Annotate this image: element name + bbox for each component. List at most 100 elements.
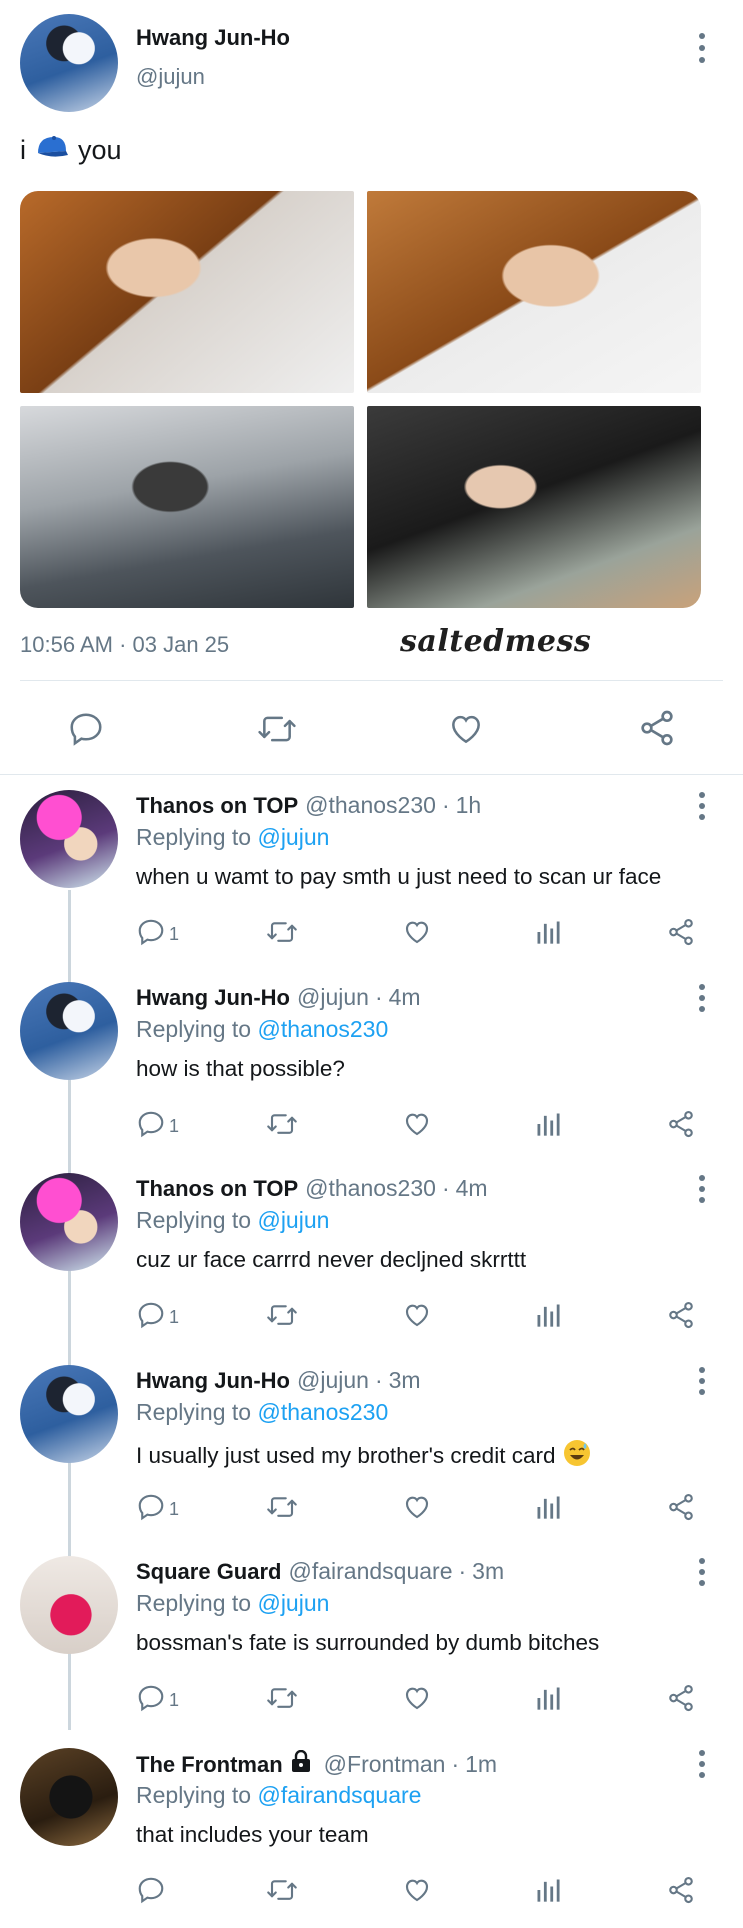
author-handle[interactable]: @jujun (136, 64, 205, 90)
tweet-timestamp[interactable]: 10:56 AM · 03 Jan 25 (20, 632, 229, 658)
author-name[interactable]: Hwang Jun-Ho (136, 985, 290, 1011)
tweet-text-before: i (20, 135, 26, 165)
share-button[interactable] (666, 1300, 696, 1335)
like-button[interactable] (402, 1683, 432, 1718)
like-icon (402, 1683, 432, 1718)
replying-to-link[interactable]: @fairandsquare (257, 1782, 421, 1808)
reply-button[interactable]: 1 (136, 1683, 179, 1718)
author-handle[interactable]: @jujun (297, 984, 369, 1011)
more-options-icon[interactable] (690, 982, 714, 1014)
author-name[interactable]: The Frontman (136, 1752, 283, 1778)
views-button[interactable] (534, 1300, 562, 1335)
share-icon[interactable] (637, 708, 677, 748)
avatar[interactable] (20, 1365, 118, 1463)
reply-time[interactable]: 4m (389, 984, 421, 1011)
replying-to-link[interactable]: @jujun (257, 824, 329, 850)
views-button[interactable] (534, 1875, 562, 1910)
separator-dot: · (458, 1558, 467, 1584)
author-name[interactable]: Square Guard (136, 1559, 281, 1585)
author-handle[interactable]: @thanos230 (305, 1175, 436, 1202)
reply-button[interactable]: 1 (136, 1492, 179, 1527)
like-icon (402, 1875, 432, 1910)
reply-button[interactable] (136, 1875, 169, 1910)
like-icon (402, 1492, 432, 1527)
like-button[interactable] (402, 1492, 432, 1527)
views-button[interactable] (534, 1109, 562, 1144)
retweet-button[interactable] (265, 1492, 299, 1527)
reply-time[interactable]: 3m (472, 1558, 504, 1585)
reply-text: that includes your team (136, 1822, 369, 1848)
like-button[interactable] (402, 1300, 432, 1335)
avatar[interactable] (20, 982, 118, 1080)
separator-dot: · (374, 984, 383, 1010)
avatar[interactable] (20, 1556, 118, 1654)
more-options-icon[interactable] (690, 30, 714, 66)
avatar[interactable] (20, 1748, 118, 1846)
reply-header: Thanos on TOP @thanos230 · 1h (136, 792, 481, 819)
retweet-button[interactable] (265, 1875, 299, 1910)
photo-3[interactable] (20, 406, 354, 608)
reply-text-content: I usually just used my brother's credit … (136, 1443, 556, 1468)
reply-item[interactable]: Hwang Jun-Ho @jujun · 4m Replying to @thanos… (0, 982, 743, 1162)
photo-1[interactable] (20, 191, 354, 393)
author-name[interactable]: Hwang Jun-Ho (136, 1368, 290, 1394)
author-handle[interactable]: @Frontman (324, 1751, 446, 1778)
reply-button[interactable]: 1 (136, 1109, 179, 1144)
retweet-button[interactable] (265, 1683, 299, 1718)
share-button[interactable] (666, 1492, 696, 1527)
reply-time[interactable]: 1h (456, 792, 482, 819)
more-options-icon[interactable] (690, 1748, 714, 1780)
views-button[interactable] (534, 1683, 562, 1718)
replying-to-link[interactable]: @thanos230 (257, 1399, 388, 1425)
photo-2[interactable] (367, 191, 701, 393)
views-button[interactable] (534, 1492, 562, 1527)
retweet-icon (265, 1875, 299, 1910)
share-button[interactable] (666, 1109, 696, 1144)
views-button[interactable] (534, 917, 562, 952)
share-button[interactable] (666, 917, 696, 952)
reply-button[interactable]: 1 (136, 917, 179, 952)
like-button[interactable] (402, 1875, 432, 1910)
retweet-button[interactable] (265, 1109, 299, 1144)
reply-item[interactable]: Square Guard @fairandsquare · 3m Replying to… (0, 1556, 743, 1736)
retweet-icon (265, 917, 299, 952)
photo-4[interactable] (367, 406, 701, 608)
more-options-icon[interactable] (690, 1173, 714, 1205)
share-button[interactable] (666, 1683, 696, 1718)
replying-to-link[interactable]: @thanos230 (257, 1016, 388, 1042)
avatar[interactable] (20, 1173, 118, 1271)
reply-icon (136, 1492, 166, 1527)
blue-cap-icon (34, 133, 70, 168)
author-handle[interactable]: @fairandsquare (288, 1558, 452, 1585)
more-options-icon[interactable] (690, 1365, 714, 1397)
more-options-icon[interactable] (690, 790, 714, 822)
reply-item[interactable]: The Frontman @Frontman · 1m Replying to @fai… (0, 1748, 743, 1928)
author-name[interactable]: Hwang Jun-Ho (136, 25, 290, 51)
author-handle[interactable]: @thanos230 (305, 792, 436, 819)
retweet-button[interactable] (265, 917, 299, 952)
author-name[interactable]: Thanos on TOP (136, 793, 298, 819)
reply-button[interactable]: 1 (136, 1300, 179, 1335)
reply-icon[interactable] (67, 710, 105, 748)
more-options-icon[interactable] (690, 1556, 714, 1588)
reply-item[interactable]: Hwang Jun-Ho @jujun · 3m Replying to @thanos… (0, 1365, 743, 1545)
replying-to-link[interactable]: @jujun (257, 1590, 329, 1616)
reply-item[interactable]: Thanos on TOP @thanos230 · 1h Replying to @j… (0, 790, 743, 970)
like-button[interactable] (402, 917, 432, 952)
replying-to-link[interactable]: @jujun (257, 1207, 329, 1233)
share-icon (666, 917, 696, 952)
like-icon[interactable] (447, 710, 485, 748)
author-name[interactable]: Thanos on TOP (136, 1176, 298, 1202)
avatar[interactable] (20, 14, 118, 112)
avatar[interactable] (20, 790, 118, 888)
reply-time[interactable]: 3m (389, 1367, 421, 1394)
retweet-button[interactable] (265, 1300, 299, 1335)
retweet-icon[interactable] (256, 710, 298, 748)
reply-time[interactable]: 4m (456, 1175, 488, 1202)
reply-item[interactable]: Thanos on TOP @thanos230 · 4m Replying to @j… (0, 1173, 743, 1353)
like-button[interactable] (402, 1109, 432, 1144)
share-button[interactable] (666, 1875, 696, 1910)
author-handle[interactable]: @jujun (297, 1367, 369, 1394)
reply-time[interactable]: 1m (465, 1751, 497, 1778)
reply-text: how is that possible? (136, 1056, 345, 1082)
